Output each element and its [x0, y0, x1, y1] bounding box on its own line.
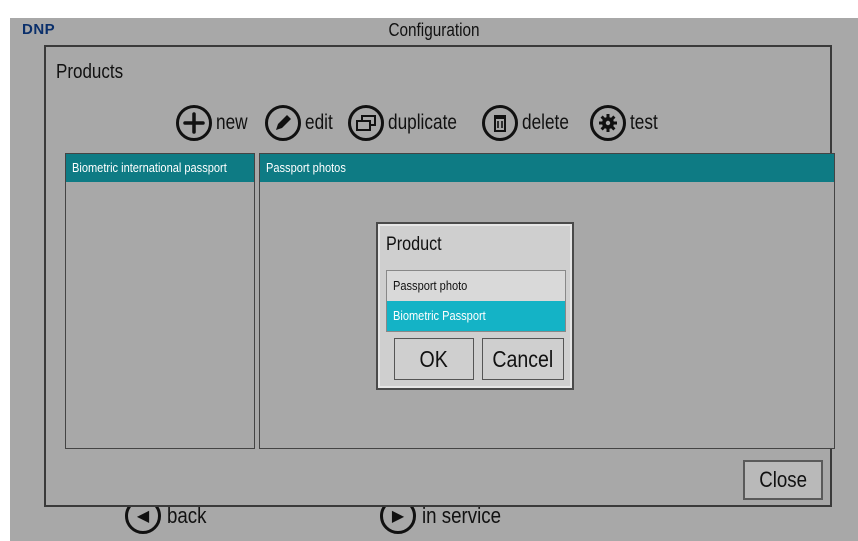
product-option-list[interactable]: Passport photo Biometric Passport [386, 270, 566, 332]
pencil-icon [264, 105, 301, 141]
list-item[interactable]: Passport photos [260, 154, 834, 182]
products-toolbar: new edit duplicate delete test [176, 102, 674, 144]
gear-icon [589, 105, 626, 141]
cancel-label: Cancel [492, 346, 554, 372]
plus-icon [176, 105, 212, 141]
option-biometric-passport[interactable]: Biometric Passport [387, 301, 565, 331]
list-item[interactable]: Biometric international passport [66, 154, 254, 182]
list-item-label: Passport photos [266, 160, 346, 175]
close-label: Close [759, 467, 807, 492]
option-label: Biometric Passport [393, 308, 486, 323]
option-passport-photo[interactable]: Passport photo [387, 271, 565, 301]
edit-label: edit [304, 111, 333, 134]
trash-icon [482, 105, 519, 141]
category-list[interactable]: Biometric international passport [65, 153, 255, 449]
product-dialog: Product Passport photo Biometric Passpor… [376, 222, 574, 390]
test-button[interactable]: test [589, 105, 664, 141]
title-bar: DNP Configuration [10, 18, 858, 45]
edit-button[interactable]: edit [264, 105, 339, 141]
dnp-logo: DNP [22, 21, 56, 38]
test-label: test [629, 111, 658, 134]
delete-label: delete [522, 111, 570, 134]
new-label: new [216, 111, 248, 134]
cancel-button[interactable]: Cancel [482, 338, 564, 380]
option-label: Passport photo [393, 278, 468, 293]
ok-label: OK [419, 346, 449, 372]
new-button[interactable]: new [176, 105, 255, 141]
products-dialog: Products new edit duplicate delete test … [44, 45, 835, 507]
duplicate-label: duplicate [388, 111, 458, 134]
window-title: Configuration [388, 20, 480, 40]
close-button[interactable]: Close [743, 460, 823, 500]
delete-button[interactable]: delete [482, 105, 579, 141]
product-dialog-title: Product [386, 234, 442, 255]
list-item-label: Biometric international passport [72, 160, 227, 175]
duplicate-icon [348, 105, 385, 141]
app-screen: DNP Configuration ◀ back ▶ in service Pr… [10, 18, 858, 541]
duplicate-button[interactable]: duplicate [348, 105, 472, 141]
products-title: Products [56, 61, 124, 83]
ok-button[interactable]: OK [394, 338, 474, 380]
